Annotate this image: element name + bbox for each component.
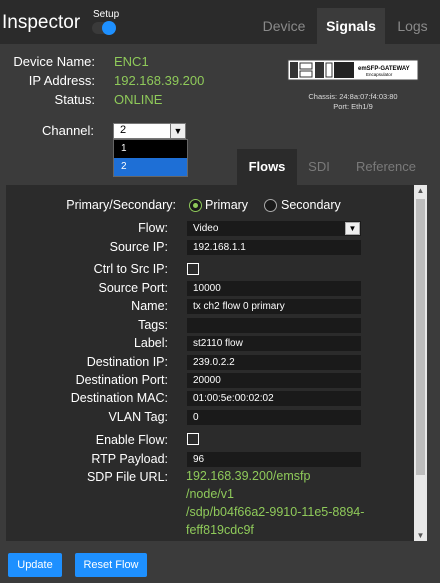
chassis-id: Chassis: 24:8a:07:f4:03:80 xyxy=(308,92,398,101)
ctrl-to-src-ip-label: Ctrl to Src IP: xyxy=(93,262,168,276)
channel-option-2[interactable]: 2 xyxy=(114,158,187,176)
form-scrollbar[interactable]: ▲ ▼ xyxy=(414,185,427,541)
device-image-sublabel: Encapsulator xyxy=(366,72,393,77)
destination-port-label: Destination Port: xyxy=(75,373,168,387)
tags-field[interactable] xyxy=(187,318,361,333)
port-id: Port: Eth1/9 xyxy=(333,102,373,111)
ip-address-value: 192.168.39.200 xyxy=(114,73,205,88)
enable-flow-label: Enable Flow: xyxy=(95,433,168,447)
ctrl-to-src-ip-checkbox[interactable] xyxy=(187,263,199,275)
destination-mac-label: Destination MAC: xyxy=(70,391,168,405)
sdp-url-line-3[interactable]: /sdp/b04f66a2-9910-11e5-8894- xyxy=(186,505,364,519)
sdp-file-url-label: SDP File URL: xyxy=(86,470,168,484)
channel-option-1[interactable]: 1 xyxy=(114,140,187,158)
destination-ip-label: Destination IP: xyxy=(86,355,168,369)
ip-address-label: IP Address: xyxy=(28,73,95,88)
tab-device[interactable]: Device xyxy=(251,8,317,44)
sdp-url-line-2[interactable]: /node/v1 xyxy=(186,487,234,501)
destination-mac-field[interactable]: 01:00:5e:00:02:02 xyxy=(187,391,361,406)
channel-value: 2 xyxy=(120,124,127,136)
channel-select[interactable]: 2 ▼ xyxy=(113,123,186,139)
vlan-tag-label: VLAN Tag: xyxy=(108,410,168,424)
tab-signals[interactable]: Signals xyxy=(317,8,385,44)
toggle-knob xyxy=(102,21,116,35)
flow-label: Flow: xyxy=(138,221,168,235)
app-title: Inspector xyxy=(2,12,81,33)
label-label: Label: xyxy=(133,336,168,350)
sfp-device-image: emSFP-GATEWAY Encapsulator xyxy=(287,59,419,81)
flow-value: Video xyxy=(193,223,219,234)
device-name-value: ENC1 xyxy=(114,54,149,69)
chevron-down-icon[interactable]: ▼ xyxy=(345,222,360,235)
source-port-field[interactable]: 10000 xyxy=(187,281,361,296)
reset-flow-button[interactable]: Reset Flow xyxy=(75,553,147,577)
secondary-radio-label: Secondary xyxy=(281,198,341,212)
label-field[interactable]: st2110 flow xyxy=(187,336,361,351)
chevron-down-icon[interactable]: ▼ xyxy=(170,123,186,139)
subtab-reference[interactable]: Reference xyxy=(341,149,431,185)
source-ip-field[interactable]: 192.168.1.1 xyxy=(187,240,361,255)
status-value: ONLINE xyxy=(114,92,163,107)
tags-label: Tags: xyxy=(138,318,168,332)
setup-toggle[interactable] xyxy=(92,21,116,35)
vlan-tag-field[interactable]: 0 xyxy=(187,410,361,425)
flow-select[interactable]: Video ▼ xyxy=(187,221,361,236)
channel-label: Channel: xyxy=(42,123,95,138)
name-label: Name: xyxy=(131,299,168,313)
scroll-up-icon[interactable]: ▲ xyxy=(414,186,427,195)
subtab-sdi[interactable]: SDI xyxy=(297,149,341,185)
app-header: Inspector Setup Device Signals Logs xyxy=(0,0,440,44)
destination-ip-field[interactable]: 239.0.2.2 xyxy=(187,355,361,370)
enable-flow-checkbox[interactable] xyxy=(187,433,199,445)
source-ip-label: Source IP: xyxy=(109,240,168,254)
tab-logs[interactable]: Logs xyxy=(385,8,440,44)
sdp-url-line-1[interactable]: 192.168.39.200/emsfp xyxy=(186,469,310,483)
primary-radio-label: Primary xyxy=(205,198,249,212)
scroll-down-icon[interactable]: ▼ xyxy=(414,531,427,540)
name-field[interactable]: tx ch2 flow 0 primary xyxy=(187,299,361,314)
rtp-payload-label: RTP Payload: xyxy=(91,452,168,466)
subtab-flows[interactable]: Flows xyxy=(237,149,297,185)
status-label: Status: xyxy=(54,92,95,107)
source-port-label: Source Port: xyxy=(98,281,168,295)
setup-label: Setup xyxy=(93,9,120,20)
rtp-payload-field[interactable]: 96 xyxy=(187,452,361,467)
destination-port-field[interactable]: 20000 xyxy=(187,373,361,388)
scroll-thumb[interactable] xyxy=(416,199,425,475)
update-button[interactable]: Update xyxy=(8,553,62,577)
channel-dropdown-list: 1 2 xyxy=(113,139,188,177)
primary-radio[interactable] xyxy=(189,199,202,212)
secondary-radio[interactable] xyxy=(264,199,277,212)
device-name-label: Device Name: xyxy=(13,54,95,69)
primary-secondary-label: Primary/Secondary: xyxy=(66,198,176,212)
sdp-url-line-4[interactable]: feff819cdc9f xyxy=(186,523,254,537)
